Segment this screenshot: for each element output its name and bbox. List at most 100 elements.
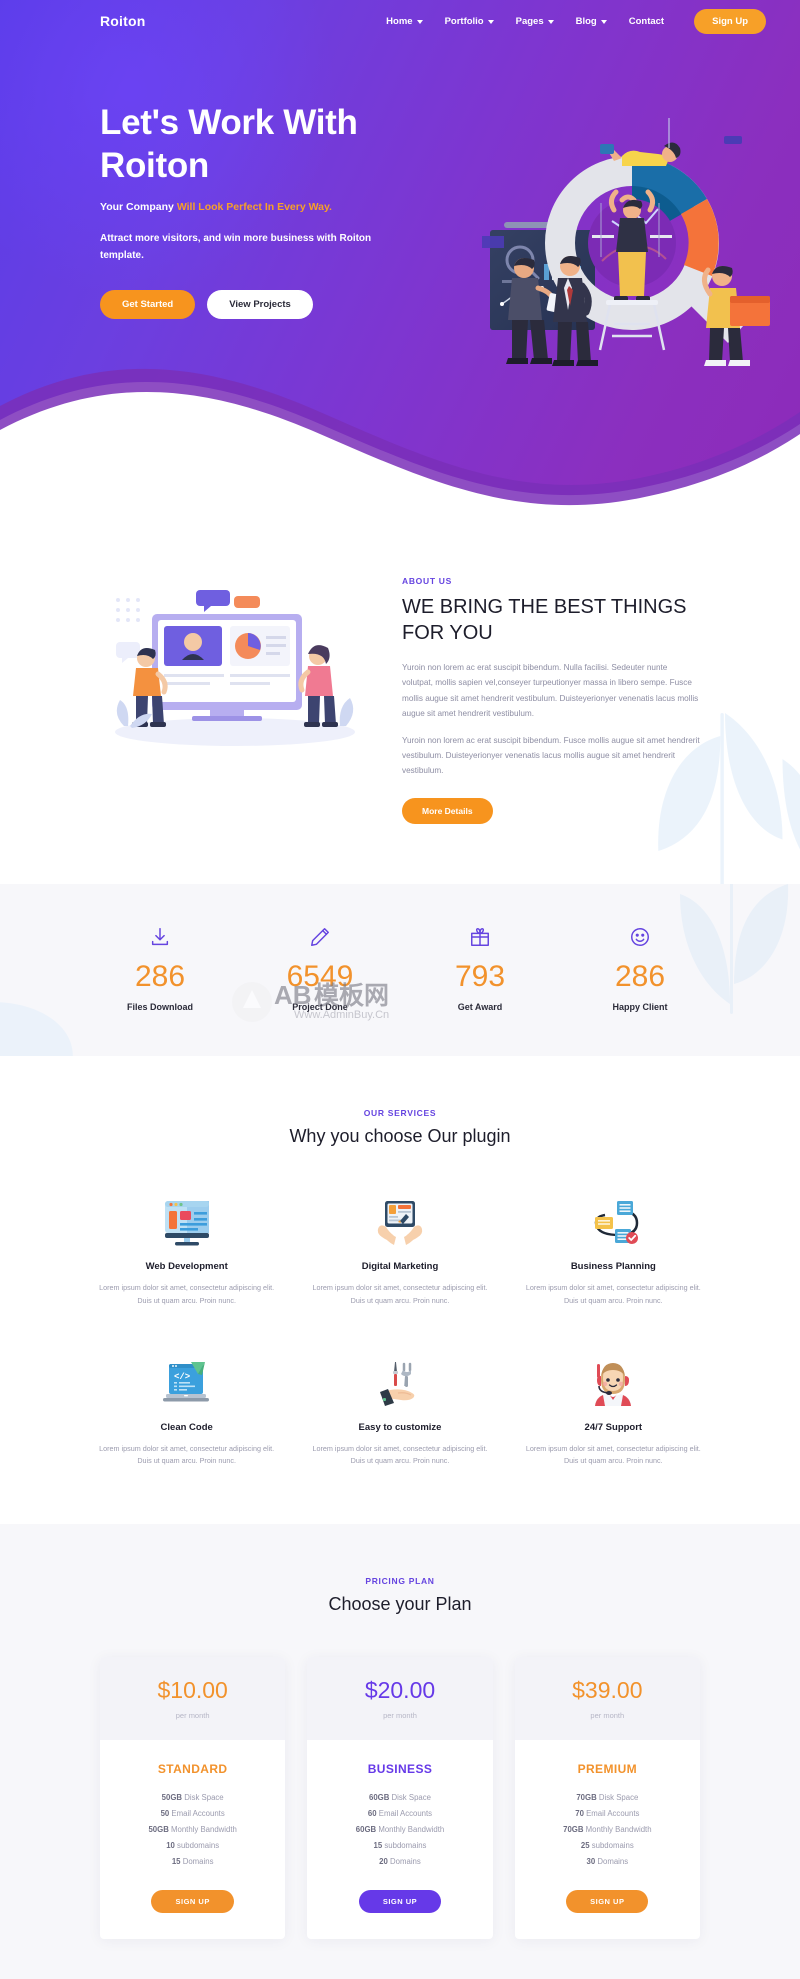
plan-feature: 70 Email Accounts [575,1808,640,1818]
more-details-button[interactable]: More Details [402,798,493,825]
tablet-hands-icon [309,1189,490,1247]
plan-feature: 60 Email Accounts [367,1808,433,1818]
services-header: OUR SERVICES Why you choose Our plugin [0,1108,800,1147]
pricing-card-header: $20.00 per month [307,1656,493,1740]
about-section: ABOUT US WE BRING THE BEST THINGS FOR YO… [0,520,800,885]
about-eyebrow: ABOUT US [402,576,452,586]
view-projects-button[interactable]: View Projects [207,290,313,320]
chevron-down-icon [416,20,423,24]
nav-item-pages[interactable]: Pages [516,16,554,27]
pricing-card-body: BUSINESS 60GB Disk Space 60 Email Accoun… [307,1740,492,1939]
plan-feature: 10 subdomains [166,1840,220,1850]
laptop-code-icon: </> [96,1350,277,1408]
hero-title: Let's Work With Roiton [100,102,430,187]
plan-feature: 70GB Disk Space [576,1792,639,1802]
counter-label: Project Done [292,1002,348,1013]
service-description: Lorem ipsum dolor sit amet, consectetur … [525,1283,701,1305]
price-amount: $39.00 [572,1676,643,1703]
pricing-card-body: STANDARD 50GB Disk Space 50 Email Accoun… [100,1740,285,1939]
hero-buttons: Get Started View Projects [100,290,430,320]
plan-feature: 50GB Disk Space [161,1792,224,1802]
counter-label: Happy Client [612,1002,668,1013]
hero-description: Attract more visitors, and win more busi… [100,233,372,261]
service-title: Web Development [145,1261,228,1273]
plan-feature: 20 Domains [379,1856,421,1866]
counter-value: 793 [454,960,506,994]
pricing-card-business: $20.00 per month BUSINESS 60GB Disk Spac… [307,1656,493,1939]
nav-item-portfolio[interactable]: Portfolio [445,16,494,27]
plan-signup-button[interactable]: SIGN UP [358,1889,442,1913]
nav-item-label: Contact [628,15,665,27]
svg-text:</>: </> [174,1372,190,1382]
service-card-web-development[interactable]: Web Development Lorem ipsum dolor sit am… [80,1189,293,1307]
hero-copy: Let's Work With Roiton Your Company Will… [100,102,430,320]
nav-item-label: Portfolio [444,15,484,27]
pricing-card-premium: $39.00 per month PREMIUM 70GB Disk Space… [514,1656,700,1939]
services-eyebrow: OUR SERVICES [363,1108,437,1119]
service-description: Lorem ipsum dolor sit amet, consectetur … [312,1283,488,1305]
about-copy: ABOUT US WE BRING THE BEST THINGS FOR YO… [402,568,700,825]
nav-item-blog[interactable]: Blog [576,16,607,27]
counters-section: 286 Files Download 6549 Project Done 793… [0,884,800,1057]
nav-item-home[interactable]: Home [386,16,423,27]
service-description: Lorem ipsum dolor sit amet, consectetur … [99,1283,275,1305]
counter-row: 286 Files Download 6549 Project Done 793… [0,922,800,1012]
counter-label: Files Download [126,1002,193,1013]
about-paragraph-2: Yuroin non lorem ac erat suscipit bibend… [402,735,700,776]
plan-name: STANDARD [157,1761,228,1776]
counter-value: 286 [614,960,666,994]
services-title: Why you choose Our plugin [289,1126,511,1147]
nav-item-label: Pages [515,15,544,27]
plan-name: BUSINESS [367,1761,433,1776]
hero-subtitle: Your Company Will Look Perfect In Every … [100,201,430,213]
price-amount: $10.00 [157,1676,228,1703]
price-period: per month [590,1710,625,1720]
price-period: per month [175,1710,210,1720]
pricing-header: PRICING PLAN Choose your Plan [0,1576,800,1615]
service-card-easy-to-customize[interactable]: Easy to customize Lorem ipsum dolor sit … [293,1350,506,1468]
pricing-grid: $10.00 per month STANDARD 50GB Disk Spac… [0,1656,800,1939]
chevron-down-icon [547,20,554,24]
hero-subtitle-accent: Will Look Perfect In Every Way. [176,201,332,214]
pricing-card-header: $10.00 per month [100,1656,286,1740]
counter-item: 286 Files Download [80,922,240,1012]
service-card-clean-code[interactable]: </> Clean Code Lorem ipsum dolor sit ame… [80,1350,293,1468]
counter-item: 286 Happy Client [560,922,720,1012]
nav-item-contact[interactable]: Contact [629,16,664,27]
service-description: Lorem ipsum dolor sit amet, consectetur … [99,1443,275,1466]
plan-signup-button[interactable]: SIGN UP [151,1889,234,1913]
signup-button[interactable]: Sign Up [694,8,766,34]
pricing-title: Choose your Plan [328,1593,472,1614]
service-title: Digital Marketing [361,1261,439,1273]
nav-links: Home Portfolio Pages Blog Contact Sign U… [386,8,766,34]
service-title: 24/7 Support [584,1421,643,1433]
gift-icon [400,922,560,952]
plan-feature-list: 50GB Disk Space 50 Email Accounts 50GB M… [110,1790,275,1870]
pricing-card-header: $39.00 per month [514,1656,700,1740]
plan-feature: 50 Email Accounts [160,1808,225,1818]
counter-label: Get Award [457,1002,503,1013]
pricing-card-body: PREMIUM 70GB Disk Space 70 Email Account… [515,1740,700,1939]
plan-signup-button[interactable]: SIGN UP [566,1889,649,1913]
price-amount: $20.00 [364,1676,436,1703]
service-card-business-planning[interactable]: Business Planning Lorem ipsum dolor sit … [507,1189,720,1307]
chevron-down-icon [600,20,607,24]
about-heading: WE BRING THE BEST THINGS FOR YOU [402,596,687,644]
smile-icon [560,922,720,952]
brand-logo[interactable]: Roiton [100,13,146,29]
pricing-section: PRICING PLAN Choose your Plan $10.00 per… [0,1523,800,1979]
support-agent-icon [523,1350,704,1408]
service-card-247-support[interactable]: 24/7 Support Lorem ipsum dolor sit amet,… [507,1350,720,1468]
service-card-digital-marketing[interactable]: Digital Marketing Lorem ipsum dolor sit … [293,1189,506,1307]
counter-item: 793 Get Award [400,922,560,1012]
hero-subtitle-lead: Your Company [100,201,177,214]
services-section: OUR SERVICES Why you choose Our plugin W… [0,1056,800,1524]
get-started-button[interactable]: Get Started [100,290,196,320]
pencil-icon [240,922,400,952]
plan-feature: 15 subdomains [373,1840,427,1850]
plan-feature: 15 Domains [171,1856,214,1866]
pricing-eyebrow: PRICING PLAN [365,1575,435,1586]
pricing-card-standard: $10.00 per month STANDARD 50GB Disk Spac… [100,1656,286,1939]
hand-tools-icon [309,1350,490,1408]
download-icon [80,922,240,952]
